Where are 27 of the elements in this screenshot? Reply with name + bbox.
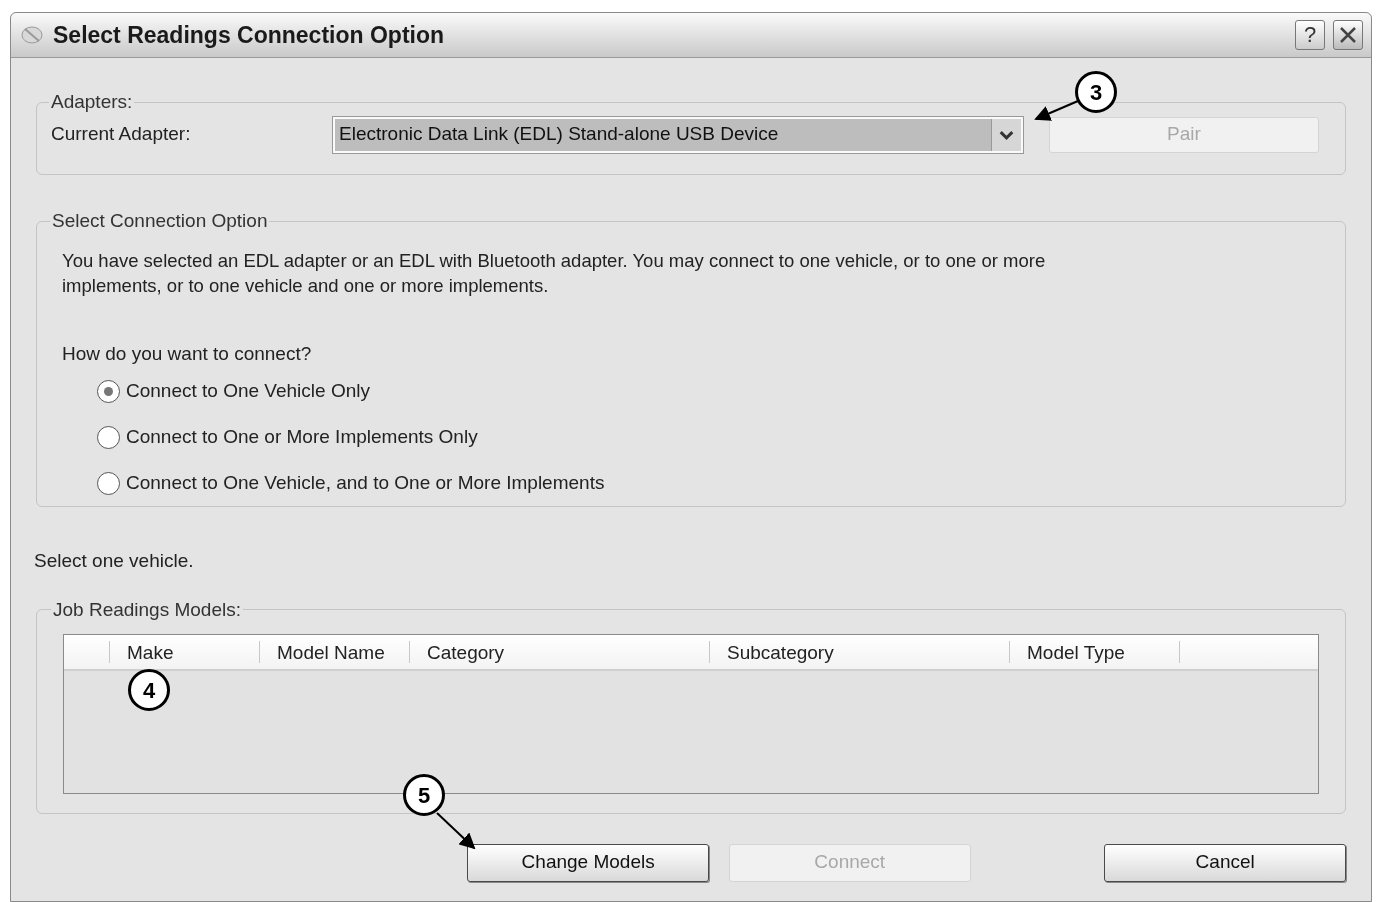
radio-button[interactable] — [97, 379, 120, 403]
instruction-text: Select one vehicle. — [34, 549, 195, 573]
group-legend: Job Readings Models: — [51, 595, 243, 624]
column-header[interactable]: Model Type — [1010, 641, 1180, 663]
chevron-down-icon[interactable] — [991, 118, 1021, 151]
close-icon — [1338, 25, 1358, 45]
column-header[interactable]: Category — [410, 641, 710, 663]
group-legend: Select Connection Option — [50, 207, 270, 236]
radio-button[interactable] — [97, 425, 120, 449]
push-button[interactable]: Cancel — [1104, 843, 1346, 882]
question-text: How do you want to connect? — [62, 341, 313, 366]
adapter-dropdown[interactable]: Electronic Data Link (EDL) Stand-alone USB Device — [333, 116, 1023, 153]
description-text: You have selected an EDL adapter or an EDL with Bluetooth adapter. You may connect to one vehicle, or to one or more implements, or to one vehicle and one or more implements. — [62, 248, 1047, 298]
column-header[interactable]: Subcategory — [710, 641, 1010, 663]
radio-button[interactable] — [97, 471, 120, 495]
window-title: Select Readings Connection Option — [53, 20, 445, 50]
help-button[interactable]: ? — [1295, 20, 1325, 50]
radio-option[interactable]: Connect to One Vehicle, and to One or More Implements — [97, 470, 1320, 496]
close-button[interactable] — [1333, 20, 1363, 50]
push-button[interactable]: Change Models — [467, 843, 709, 882]
group-legend: Adapters: — [49, 88, 135, 117]
radio-option[interactable]: Connect to One Vehicle Only — [97, 378, 1320, 404]
dropdown-value: Electronic Data Link (EDL) Stand-alone USB Device — [338, 122, 780, 147]
column-header[interactable]: Make — [110, 641, 260, 663]
column-header[interactable]: Model Name — [260, 641, 410, 663]
radio-option[interactable]: Connect to One or More Implements Only — [97, 424, 1320, 450]
field-label: Current Adapter: — [51, 122, 192, 147]
